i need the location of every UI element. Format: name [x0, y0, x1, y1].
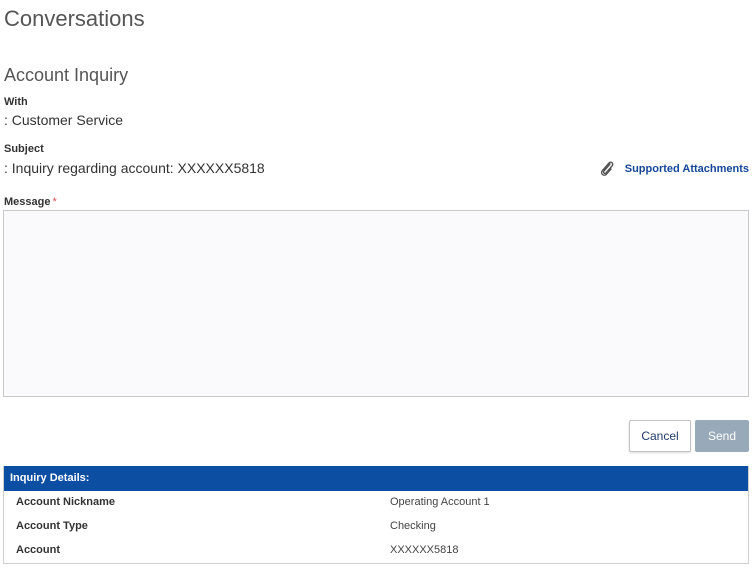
with-value: : Customer Service [4, 112, 124, 128]
cancel-button[interactable]: Cancel [629, 420, 691, 452]
subject-label: Subject [4, 143, 44, 155]
details-row-account-type: Account Type Checking [4, 515, 748, 539]
details-key: Account Type [16, 520, 88, 532]
details-key: Account [16, 544, 60, 556]
page-title: Conversations [4, 6, 145, 31]
required-marker: * [52, 196, 57, 208]
paperclip-icon [599, 160, 615, 178]
inquiry-details-header: Inquiry Details: [4, 466, 748, 491]
details-value: Checking [390, 520, 436, 532]
message-label: Message * [4, 196, 57, 208]
inquiry-details-panel: Inquiry Details: Account Nickname Operat… [3, 466, 749, 564]
supported-attachments-link[interactable]: Supported Attachments [599, 160, 749, 178]
with-label: With [4, 96, 28, 108]
details-row-account-nickname: Account Nickname Operating Account 1 [4, 491, 748, 515]
message-label-text: Message [4, 196, 51, 208]
message-textarea[interactable] [3, 210, 749, 397]
details-row-account: Account XXXXXX5818 [4, 539, 748, 563]
send-button[interactable]: Send [695, 420, 749, 452]
section-title: Account Inquiry [4, 65, 129, 85]
supported-attachments-label[interactable]: Supported Attachments [625, 163, 749, 175]
details-value: Operating Account 1 [390, 496, 490, 508]
details-key: Account Nickname [16, 496, 116, 508]
subject-value: : Inquiry regarding account: XXXXXX5818 [4, 160, 265, 176]
details-value: XXXXXX5818 [390, 544, 459, 556]
